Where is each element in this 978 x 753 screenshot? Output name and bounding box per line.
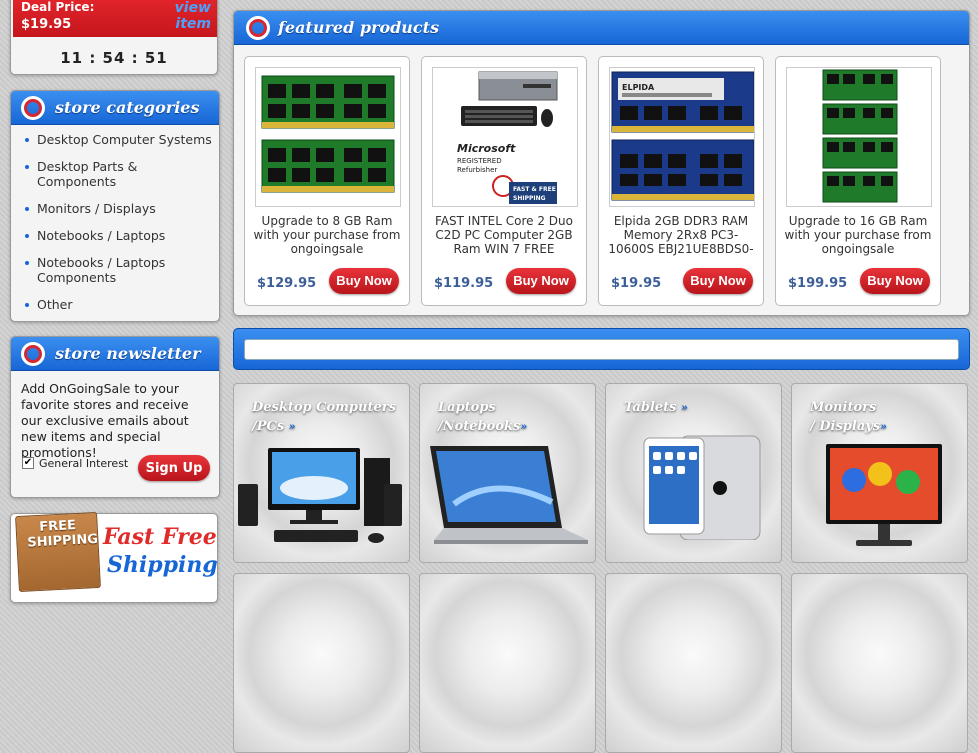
categories-panel: store categories Desktop Computer System… xyxy=(10,90,220,322)
checkbox-label: General Interest xyxy=(39,457,129,470)
product-image[interactable]: Microsoft REGISTERED Refurbisher FAST & … xyxy=(432,67,578,207)
tile-monitors[interactable]: Monitors / Displays» xyxy=(791,383,968,563)
category-item[interactable]: Other xyxy=(25,297,215,312)
ring-logo-icon xyxy=(246,16,270,40)
product-image[interactable] xyxy=(255,67,401,207)
monitor-tile-image xyxy=(826,444,942,546)
ram-sticks-image xyxy=(261,75,395,193)
product-price: $19.95 xyxy=(611,276,662,291)
double-arrow-icon: » xyxy=(880,420,888,433)
elpida-ram-image: ELPIDA xyxy=(611,71,754,201)
tile-row2-4[interactable] xyxy=(791,573,968,753)
tile-label: Monitors / Displays» xyxy=(810,400,888,434)
shipping-box-icon: FREE SHIPPING xyxy=(15,511,101,593)
category-item[interactable]: Notebooks / Laptops Components xyxy=(25,255,175,285)
tile-label: Desktop Computers/PCs » xyxy=(252,400,396,434)
banner-field[interactable] xyxy=(244,339,959,360)
elpida-label: ELPIDA xyxy=(622,83,655,92)
tile-row2-3[interactable] xyxy=(605,573,782,753)
buy-now-button[interactable]: Buy Now xyxy=(506,268,576,294)
double-arrow-icon: » xyxy=(288,420,296,433)
free-shipping-banner[interactable]: FREE SHIPPING Fast Free Shipping xyxy=(10,511,218,603)
product-card[interactable]: Upgrade to 16 GB Ram with your purchase … xyxy=(775,56,941,306)
tile-row2-1[interactable] xyxy=(233,573,410,753)
buy-now-button[interactable]: Buy Now xyxy=(683,268,753,294)
tile-desktop-computers[interactable]: Desktop Computers/PCs » xyxy=(233,383,410,563)
refurbisher-text: Refurbisher xyxy=(457,166,497,174)
product-title[interactable]: Upgrade to 16 GB Ram with your purchase … xyxy=(782,214,934,256)
blue-banner-bar xyxy=(233,328,970,370)
tile-label: Tablets » xyxy=(624,400,688,415)
ring-logo-icon xyxy=(21,342,45,366)
product-title[interactable]: Elpida 2GB DDR3 RAM Memory 2Rx8 PC3-1060… xyxy=(605,214,757,256)
product-image[interactable] xyxy=(786,67,932,207)
product-price: $129.95 xyxy=(257,276,317,291)
product-title[interactable]: Upgrade to 8 GB Ram with your purchase f… xyxy=(251,214,403,256)
tile-tablets[interactable]: Tablets » xyxy=(605,383,782,563)
featured-panel: featured products Upgrade to 8 GB Ram wi… xyxy=(233,10,970,316)
registered-text: REGISTERED xyxy=(457,157,502,165)
ring-logo-icon xyxy=(21,96,45,120)
product-image[interactable]: ELPIDA xyxy=(609,67,755,207)
shipping-line: Shipping xyxy=(107,552,218,578)
tile-laptops[interactable]: Laptops/Notebooks» xyxy=(419,383,596,563)
microsoft-text: Microsoft xyxy=(457,142,516,155)
tile-label: Laptops/Notebooks» xyxy=(438,400,528,434)
featured-title: featured products xyxy=(278,18,440,37)
newsletter-title: store newsletter xyxy=(55,344,201,363)
deal-banner: Deal Price: $19.95 view item xyxy=(13,0,217,37)
bullet-icon xyxy=(25,261,29,265)
category-item[interactable]: Monitors / Displays xyxy=(25,201,215,216)
product-card[interactable]: Microsoft REGISTERED Refurbisher FAST & … xyxy=(421,56,587,306)
view-item-link[interactable]: view item xyxy=(171,0,211,32)
newsletter-header: store newsletter xyxy=(11,337,219,371)
deal-panel: Deal Price: $19.95 view item 11 : 54 : 5… xyxy=(10,0,218,75)
buy-now-button[interactable]: Buy Now xyxy=(860,268,930,294)
bullet-icon xyxy=(25,207,29,211)
product-price: $119.95 xyxy=(434,276,494,291)
product-title[interactable]: FAST INTEL Core 2 Duo C2D PC Computer 2G… xyxy=(428,214,580,256)
buy-now-button[interactable]: Buy Now xyxy=(329,268,399,294)
category-item[interactable]: Desktop Parts & Components xyxy=(25,159,175,189)
bullet-icon xyxy=(25,234,29,238)
double-arrow-icon: » xyxy=(520,420,528,433)
deal-price: $19.95 xyxy=(21,17,72,32)
newsletter-text: Add OnGoingSale to your favorite stores … xyxy=(21,381,189,460)
category-item[interactable]: Desktop Computer Systems xyxy=(25,132,215,147)
double-arrow-icon: » xyxy=(681,401,688,414)
tile-row2-2[interactable] xyxy=(419,573,596,753)
categories-title: store categories xyxy=(55,98,200,117)
product-card[interactable]: ELPIDA Elpida 2GB DDR3 RAM Memory 2Rx8 P… xyxy=(598,56,764,306)
bullet-icon xyxy=(25,303,29,307)
bullet-icon xyxy=(25,165,29,169)
fast-free-text: FAST & FREE xyxy=(513,186,556,193)
product-price: $199.95 xyxy=(788,276,848,291)
desktop-pc-image: Microsoft REGISTERED Refurbisher FAST & … xyxy=(457,71,558,204)
laptop-tile-image xyxy=(430,446,588,544)
general-interest-checkbox[interactable]: ✔ xyxy=(22,457,34,469)
countdown-timer: 11 : 54 : 51 xyxy=(60,49,168,67)
featured-header: featured products xyxy=(234,11,969,45)
deal-price-label: Deal Price: xyxy=(21,0,95,14)
shipping-text: SHIPPING xyxy=(513,195,546,202)
product-card[interactable]: Upgrade to 8 GB Ram with your purchase f… xyxy=(244,56,410,306)
fast-free-line: Fast Free xyxy=(103,524,217,550)
newsletter-panel: store newsletter Add OnGoingSale to your… xyxy=(10,336,220,498)
ram-four-sticks-image xyxy=(822,69,898,203)
tablet-tile-image xyxy=(643,435,761,540)
category-item[interactable]: Notebooks / Laptops xyxy=(25,228,215,243)
sign-up-button[interactable]: Sign Up xyxy=(138,455,210,481)
shipping-box-text: FREE SHIPPING xyxy=(27,518,99,551)
bullet-icon xyxy=(25,138,29,142)
desktop-pc-tile-image xyxy=(238,448,402,543)
categories-header: store categories xyxy=(11,91,219,125)
